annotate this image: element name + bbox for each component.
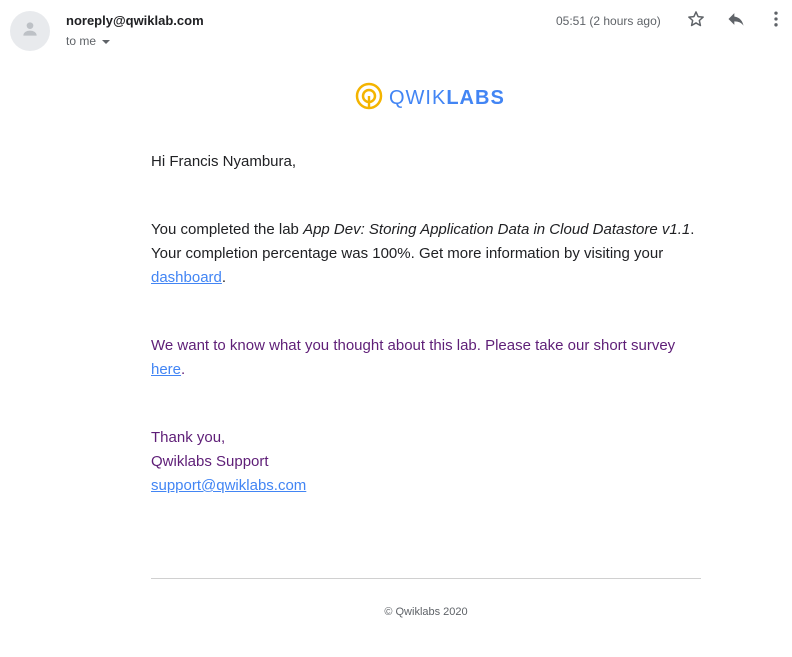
lab-name: App Dev: Storing Application Data in Clo… bbox=[303, 221, 691, 238]
support-email-link[interactable]: support@qwiklabs.com bbox=[151, 477, 306, 494]
recipient-label: to me bbox=[66, 34, 97, 48]
more-vert-icon bbox=[766, 9, 786, 34]
caret-down-icon bbox=[102, 39, 111, 44]
star-icon bbox=[686, 9, 706, 34]
lab-completion-paragraph: You completed the lab App Dev: Storing A… bbox=[151, 221, 695, 286]
qwiklabs-logo-icon bbox=[355, 82, 383, 115]
footer-divider bbox=[151, 578, 701, 579]
thanks-text: Thank you, bbox=[151, 429, 226, 446]
star-button[interactable] bbox=[684, 9, 708, 33]
person-icon bbox=[20, 19, 40, 44]
signature-block: Thank you, Qwiklabs Support support@qwikla… bbox=[151, 426, 306, 498]
qwiklabs-logo-text: QWIKLABS bbox=[389, 87, 505, 109]
message-time: 05:51 (2 hours ago) bbox=[556, 14, 661, 28]
qwiklabs-logo: QWIKLABS bbox=[355, 82, 505, 115]
greeting: Hi Francis Nyambura, bbox=[151, 153, 297, 170]
footer-copyright: © Qwiklabs 2020 bbox=[384, 606, 468, 618]
more-options-button[interactable] bbox=[764, 9, 788, 33]
reply-icon bbox=[726, 9, 746, 34]
sender-email[interactable]: noreply@qwiklab.com bbox=[66, 13, 204, 28]
survey-paragraph: We want to know what you thought about t… bbox=[151, 337, 676, 378]
survey-link[interactable]: here bbox=[151, 361, 181, 378]
recipient-toggle[interactable]: to me bbox=[66, 34, 111, 48]
reply-button[interactable] bbox=[724, 9, 748, 33]
dashboard-link[interactable]: dashboard bbox=[151, 269, 222, 286]
signature-name: Qwiklabs Support bbox=[151, 453, 269, 470]
sender-avatar[interactable] bbox=[10, 11, 50, 51]
